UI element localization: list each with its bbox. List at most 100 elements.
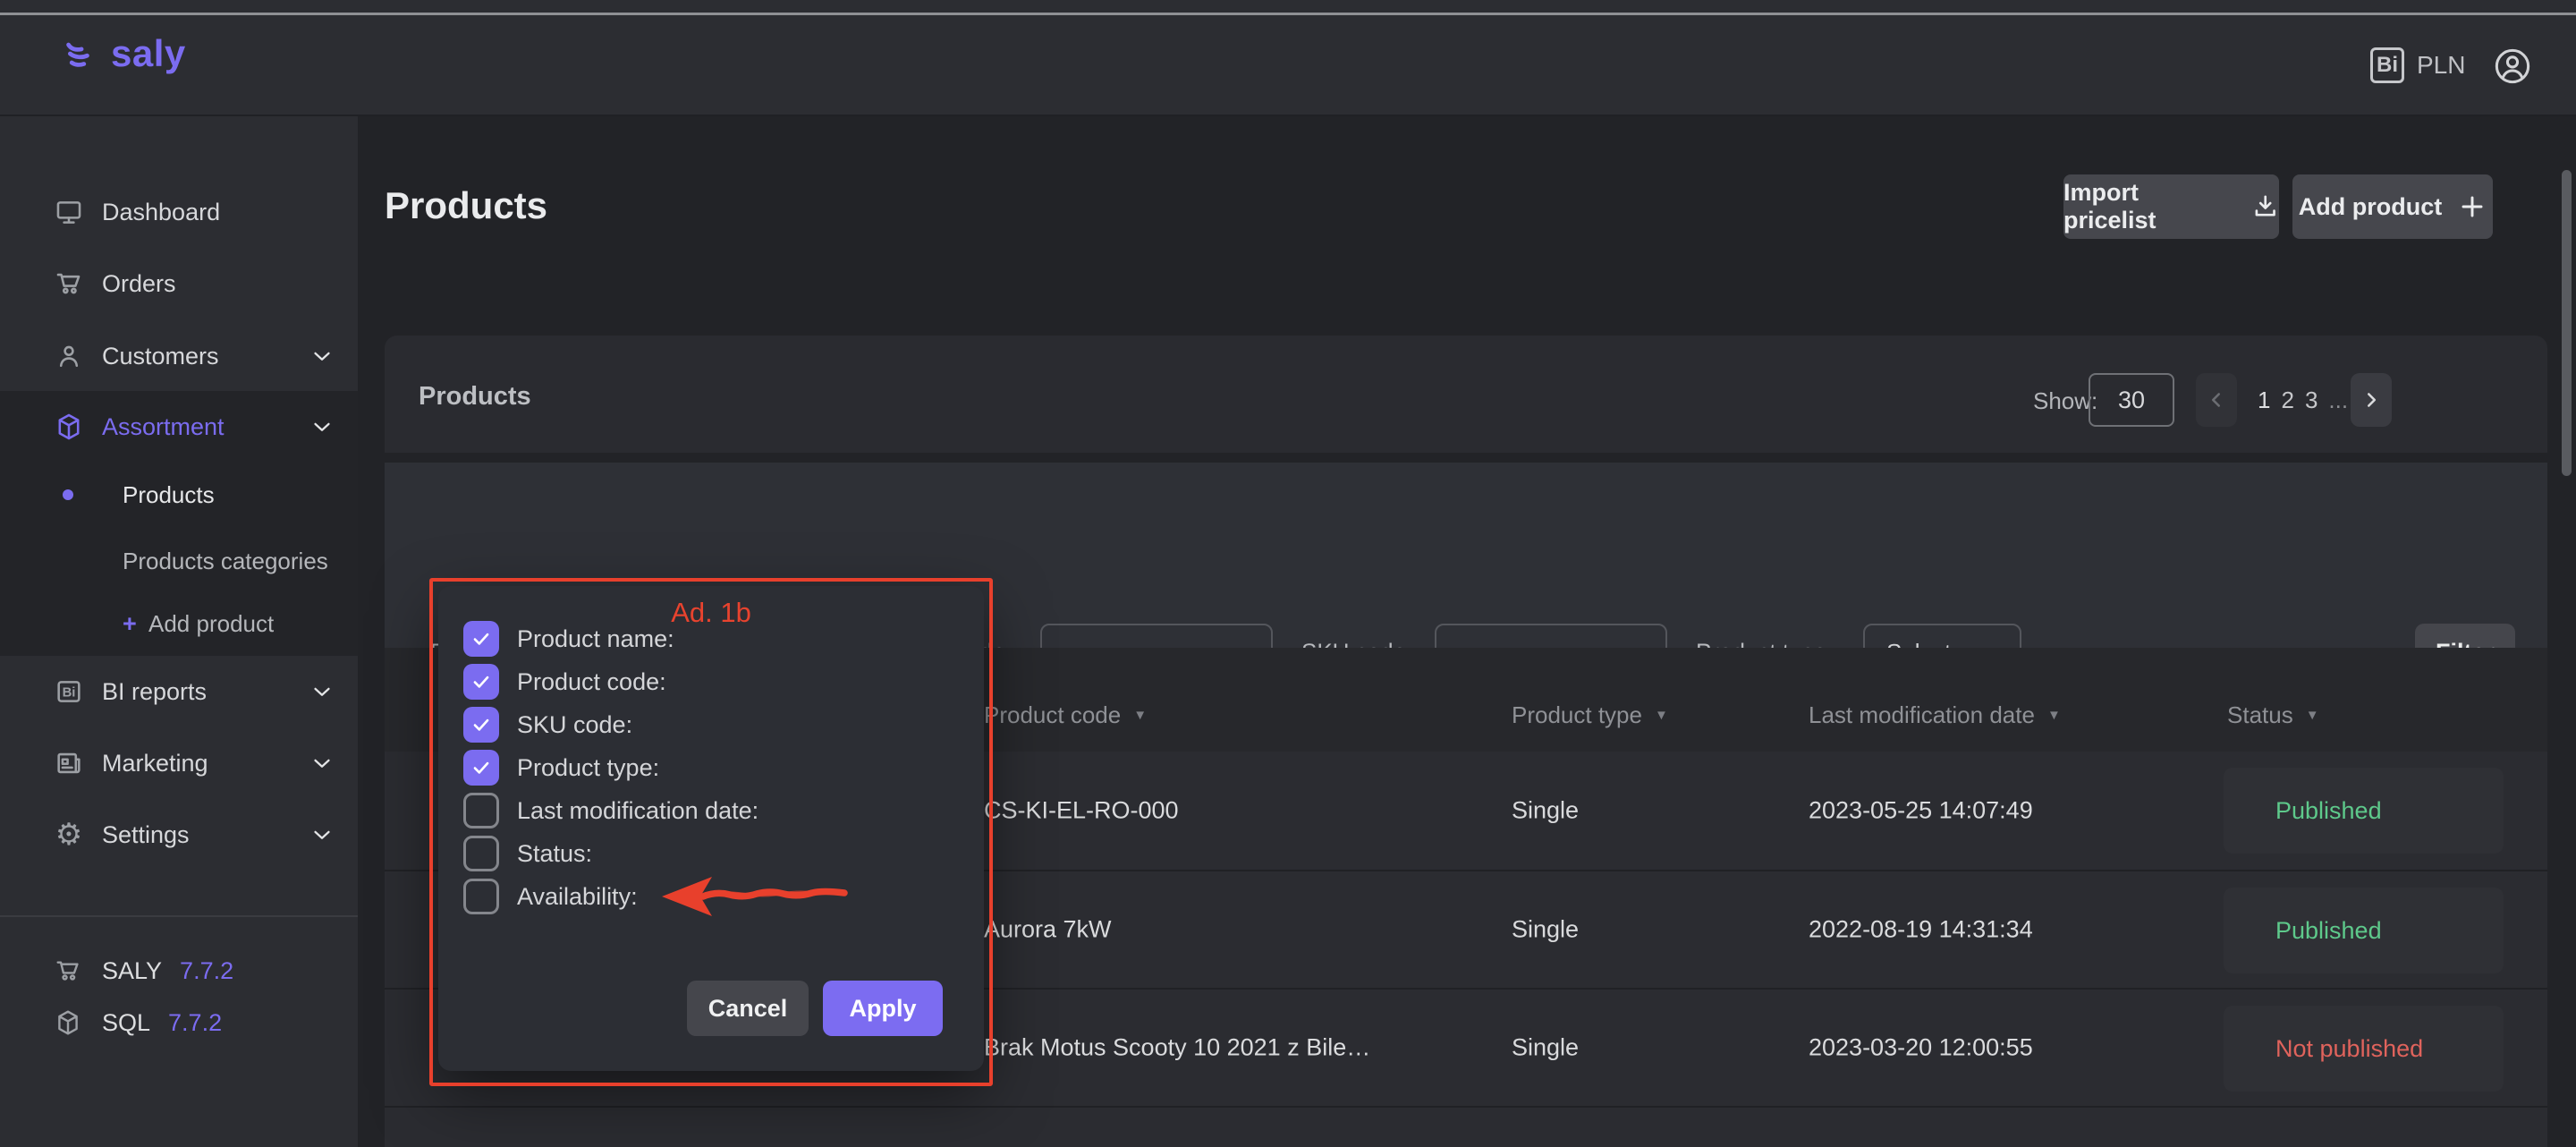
import-pricelist-label: Import pricelist — [2063, 179, 2235, 234]
sidebar-subitem-products[interactable]: Products — [0, 466, 358, 523]
plus-icon: + — [123, 610, 137, 638]
checkbox-label: Last modification date: — [517, 797, 758, 825]
column-header-product-type[interactable]: Product type ▼ — [1512, 701, 1668, 729]
sort-icon: ▼ — [1133, 708, 1147, 723]
sidebar-label-dashboard: Dashboard — [102, 199, 220, 226]
chevron-down-icon — [309, 343, 335, 370]
sidebar-item-orders[interactable]: Orders — [0, 252, 358, 315]
account-button[interactable] — [2492, 46, 2533, 87]
sidebar-sublabel-products: Products — [123, 481, 215, 509]
plus-icon — [2458, 192, 2487, 221]
column-label: Product code — [984, 701, 1121, 729]
add-product-button[interactable]: Add product — [2292, 174, 2493, 239]
checkbox-unchecked-icon[interactable] — [463, 793, 499, 828]
chevron-right-icon — [2360, 388, 2383, 412]
checkbox-label: Product type: — [517, 754, 659, 782]
sidebar-item-assortment[interactable]: Assortment — [0, 395, 358, 458]
version-saly-number: 7.7.2 — [180, 957, 233, 985]
annotation-text: Ad. 1b — [438, 597, 984, 629]
apply-button[interactable]: Apply — [823, 981, 943, 1036]
sidebar-item-customers[interactable]: Customers — [0, 325, 358, 387]
cell-product-type: Single — [1512, 916, 1579, 944]
app-screen: saly Bi PLN Dashboard Orders — [0, 0, 2576, 1147]
checkbox-unchecked-icon[interactable] — [463, 836, 499, 871]
sidebar-label-bi-reports: BI reports — [102, 678, 207, 706]
checkbox-row-sku-code[interactable]: SKU code: — [463, 703, 964, 746]
logo-text: saly — [111, 32, 186, 75]
column-label: Product type — [1512, 701, 1642, 729]
checkbox-label: Availability: — [517, 883, 638, 911]
status-text: Not published — [2275, 1035, 2423, 1063]
gear-icon: ⚙ — [54, 820, 84, 850]
cell-last-modification-date: 2023-05-25 14:07:49 — [1809, 797, 2033, 825]
app-logo[interactable]: saly — [63, 32, 186, 75]
column-header-product-code[interactable]: Product code ▼ — [984, 701, 1147, 729]
column-header-last-modification-date[interactable]: Last modification date ▼ — [1809, 701, 2061, 729]
chevron-down-icon — [309, 678, 335, 705]
sidebar-label-marketing: Marketing — [102, 750, 208, 777]
status-badge: Published — [2224, 768, 2504, 854]
show-count-input[interactable] — [2089, 373, 2174, 427]
cell-product-code: Aurora 7kW — [984, 916, 1112, 944]
cell-last-modification-date: 2022-08-19 14:31:34 — [1809, 916, 2033, 944]
page-number-2[interactable]: 2 — [2281, 387, 2293, 414]
annotation-arrow-icon — [660, 874, 848, 919]
sidebar-item-settings[interactable]: ⚙ Settings — [0, 803, 358, 866]
cart-icon — [54, 956, 82, 985]
page-ellipsis: ... — [2328, 387, 2348, 414]
checkbox-unchecked-icon[interactable] — [463, 879, 499, 914]
sidebar-divider — [0, 915, 358, 917]
checkbox-checked-icon[interactable] — [463, 707, 499, 743]
checkbox-row-product-code[interactable]: Product code: — [463, 660, 964, 703]
page-number-3[interactable]: 3 — [2305, 387, 2318, 414]
checkbox-row-last-modification-date[interactable]: Last modification date: — [463, 789, 964, 832]
page-number-1[interactable]: 1 — [2258, 387, 2270, 414]
sidebar-label-orders: Orders — [102, 270, 176, 298]
page-title: Products — [385, 184, 547, 227]
sidebar-item-dashboard[interactable]: Dashboard — [0, 181, 358, 243]
sidebar: Dashboard Orders Customers Assortment Pr… — [0, 116, 358, 1147]
column-header-status[interactable]: Status▼ — [2227, 701, 2319, 729]
sidebar-subitem-products-categories[interactable]: Products categories — [0, 532, 358, 590]
table-row-partial[interactable] — [385, 1106, 2547, 1147]
checkbox-row-status[interactable]: Status: — [463, 832, 964, 875]
status-text: Published — [2275, 797, 2382, 825]
status-badge: Published — [2224, 888, 2504, 973]
version-saly: SALY 7.7.2 — [0, 945, 358, 997]
version-sql-label: SQL — [102, 1009, 150, 1037]
sidebar-item-bi-reports[interactable]: Bi BI reports — [0, 660, 358, 723]
cell-product-code: CS-KI-EL-RO-000 — [984, 797, 1179, 825]
chevron-left-icon — [2205, 388, 2228, 412]
checkbox-row-product-type[interactable]: Product type: — [463, 746, 964, 789]
account-icon — [2492, 46, 2533, 87]
sort-icon: ▼ — [1655, 708, 1668, 723]
newspaper-icon — [54, 748, 84, 778]
checkbox-label: Product name: — [517, 625, 674, 653]
columns-config-modal: Product name: Product code: SKU code: Pr… — [438, 586, 984, 1071]
currency-switcher[interactable]: Bi PLN — [2370, 47, 2465, 83]
version-sql: SQL 7.7.2 — [0, 997, 358, 1049]
top-bar: saly Bi PLN — [0, 0, 2576, 116]
cell-product-type: Single — [1512, 797, 1579, 825]
cancel-button[interactable]: Cancel — [687, 981, 809, 1036]
sidebar-label-assortment: Assortment — [102, 413, 225, 441]
bi-reports-icon: Bi — [54, 676, 84, 707]
import-pricelist-button[interactable]: Import pricelist — [2063, 174, 2279, 239]
column-label: Last modification date — [1809, 701, 2035, 729]
pagination-next-button[interactable] — [2351, 373, 2392, 427]
cube-icon — [54, 412, 84, 442]
pagination-prev-button[interactable] — [2196, 373, 2237, 427]
sidebar-subitem-add-product[interactable]: + Add product — [0, 595, 358, 652]
active-bullet-icon — [63, 489, 73, 500]
cart-icon — [54, 268, 84, 299]
monitor-icon — [54, 197, 84, 227]
vertical-scrollbar[interactable] — [2562, 170, 2572, 476]
sort-icon: ▼ — [2047, 708, 2061, 723]
chevron-down-icon — [309, 413, 335, 440]
sidebar-item-marketing[interactable]: Marketing — [0, 732, 358, 794]
checkbox-checked-icon[interactable] — [463, 750, 499, 786]
sidebar-label-customers: Customers — [102, 343, 219, 370]
panel-title: Products — [419, 382, 531, 412]
checkbox-checked-icon[interactable] — [463, 664, 499, 700]
column-label: Status — [2227, 701, 2293, 729]
